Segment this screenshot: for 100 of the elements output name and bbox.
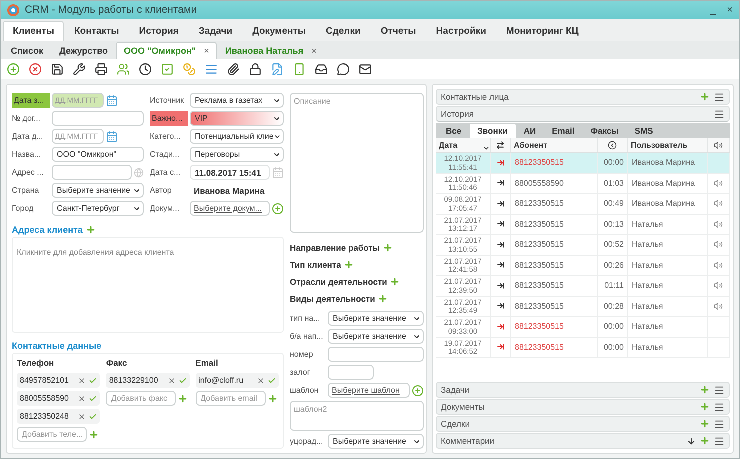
menu-tab[interactable]: История xyxy=(129,21,189,41)
history-tab[interactable]: Звонки xyxy=(470,124,516,138)
dropdown[interactable]: Выберите значение xyxy=(328,329,424,344)
close-button[interactable]: × xyxy=(204,46,210,56)
input-field[interactable]: Добавить email xyxy=(196,391,266,406)
record-tab[interactable]: ООО "Омикрон" × xyxy=(116,42,218,59)
speaker-icon[interactable] xyxy=(714,240,723,250)
menu-tab[interactable]: Клиенты xyxy=(3,21,64,41)
globe-icon[interactable] xyxy=(134,168,144,178)
panel-header[interactable]: Контактные лица xyxy=(436,89,730,105)
address-area[interactable]: Кликните для добавления адреса клиента xyxy=(12,237,284,333)
menu-tab[interactable]: Задачи xyxy=(188,21,243,41)
add-icon[interactable] xyxy=(86,225,96,235)
add-icon[interactable] xyxy=(700,402,710,412)
menu-icon[interactable] xyxy=(714,402,725,412)
printer-icon[interactable] xyxy=(95,62,108,76)
text-field[interactable] xyxy=(52,111,144,126)
chat-icon[interactable] xyxy=(337,62,350,76)
speaker-icon[interactable] xyxy=(714,199,723,208)
add-icon[interactable] xyxy=(700,436,710,446)
contact-entry[interactable]: 88005558590 xyxy=(17,391,100,406)
check-icon[interactable] xyxy=(268,376,276,384)
text-area[interactable]: шаблон2 xyxy=(290,401,424,431)
add-icon[interactable] xyxy=(700,92,710,102)
add-icon[interactable] xyxy=(378,294,388,304)
calendar-icon[interactable] xyxy=(106,130,118,142)
checkbox-icon[interactable] xyxy=(161,62,174,76)
list-icon[interactable] xyxy=(205,62,218,76)
description-area[interactable]: Описание xyxy=(290,93,424,233)
contact-entry[interactable]: 84957852101 xyxy=(17,373,100,388)
dropdown[interactable]: VIP xyxy=(190,111,284,126)
dropdown[interactable]: Переговоры xyxy=(190,147,284,162)
delete-icon[interactable] xyxy=(78,394,86,402)
speaker-icon[interactable] xyxy=(714,178,723,188)
menu-icon[interactable] xyxy=(714,92,725,102)
speaker-icon[interactable] xyxy=(714,281,723,290)
speaker-icon[interactable] xyxy=(714,302,723,311)
add-circle-icon[interactable] xyxy=(412,384,424,396)
panel-header[interactable]: Задачи xyxy=(436,382,730,398)
add-icon[interactable] xyxy=(89,430,99,440)
menu-tab[interactable]: Мониторинг КЦ xyxy=(496,21,589,41)
check-icon[interactable] xyxy=(178,376,187,384)
menu-tab[interactable]: Настройки xyxy=(426,21,496,41)
dropdown[interactable]: Санкт-Петербург xyxy=(52,201,144,216)
column-header[interactable]: Дата xyxy=(436,138,491,152)
menu-icon[interactable] xyxy=(714,436,725,446)
add-icon[interactable] xyxy=(268,394,278,404)
history-tab[interactable]: Email xyxy=(544,124,583,138)
contact-entry[interactable]: 88133229100 xyxy=(106,373,190,388)
text-field[interactable] xyxy=(328,365,374,380)
close-button[interactable]: × xyxy=(312,46,317,56)
add-icon[interactable] xyxy=(390,276,400,286)
dropdown[interactable]: Реклама в газетах xyxy=(190,93,284,108)
column-header[interactable]: Абонент xyxy=(511,138,598,152)
menu-icon[interactable] xyxy=(714,384,725,396)
paperclip-icon[interactable] xyxy=(227,62,240,76)
menu-icon[interactable] xyxy=(714,418,725,430)
history-tab[interactable]: АИ xyxy=(516,124,544,138)
text-field[interactable] xyxy=(328,347,424,362)
input-field[interactable]: Добавить теле... xyxy=(17,427,87,442)
menu-tab[interactable]: Отчеты xyxy=(370,21,426,41)
add-icon[interactable] xyxy=(7,62,20,76)
lock-icon[interactable] xyxy=(249,62,262,76)
wrench-icon[interactable] xyxy=(73,62,86,76)
speaker-icon[interactable] xyxy=(714,260,723,270)
sort-icon[interactable] xyxy=(687,436,696,446)
check-icon[interactable] xyxy=(89,394,98,402)
contact-entry[interactable]: info@cloff.ru xyxy=(196,373,279,388)
contact-entry[interactable]: 88123350248 xyxy=(17,409,100,424)
panel-header[interactable]: История xyxy=(436,106,730,122)
coins-icon[interactable] xyxy=(183,62,196,76)
address-field[interactable] xyxy=(52,165,132,180)
save-icon[interactable] xyxy=(51,62,64,76)
add-icon[interactable] xyxy=(700,419,710,429)
minimize-button[interactable]: _ xyxy=(710,4,716,16)
dropdown[interactable]: Потенциальный клие xyxy=(190,129,284,144)
record-tab[interactable]: Список xyxy=(3,42,52,59)
add-icon[interactable] xyxy=(178,394,188,404)
picker-link[interactable]: Выберите докум... xyxy=(190,201,270,216)
phone-icon[interactable] xyxy=(293,62,306,76)
record-tab[interactable]: Иванова Наталья × xyxy=(217,42,325,59)
add-icon[interactable] xyxy=(700,385,710,395)
mail-icon[interactable] xyxy=(359,62,372,76)
panel-header[interactable]: Комментарии xyxy=(436,433,730,449)
history-tab[interactable]: Все xyxy=(438,124,470,138)
check-icon[interactable] xyxy=(89,412,98,420)
menu-icon[interactable] xyxy=(714,108,725,120)
text-field[interactable]: ООО "Омикрон" xyxy=(52,147,144,162)
close-button[interactable]: × xyxy=(727,4,733,16)
delete-icon[interactable] xyxy=(256,376,265,384)
dropdown[interactable]: Выберите значение xyxy=(328,434,424,449)
edit-icon[interactable] xyxy=(271,62,284,76)
users-icon[interactable] xyxy=(117,62,130,76)
menu-tab[interactable]: Сделки xyxy=(316,21,371,41)
check-icon[interactable] xyxy=(89,376,98,384)
picker-link[interactable]: Выберите шаблон xyxy=(328,383,410,398)
panel-header[interactable]: Документы xyxy=(436,399,730,415)
delete-icon[interactable] xyxy=(78,376,86,384)
add-icon[interactable] xyxy=(383,242,394,252)
panel-header[interactable]: Сделки xyxy=(436,416,730,432)
